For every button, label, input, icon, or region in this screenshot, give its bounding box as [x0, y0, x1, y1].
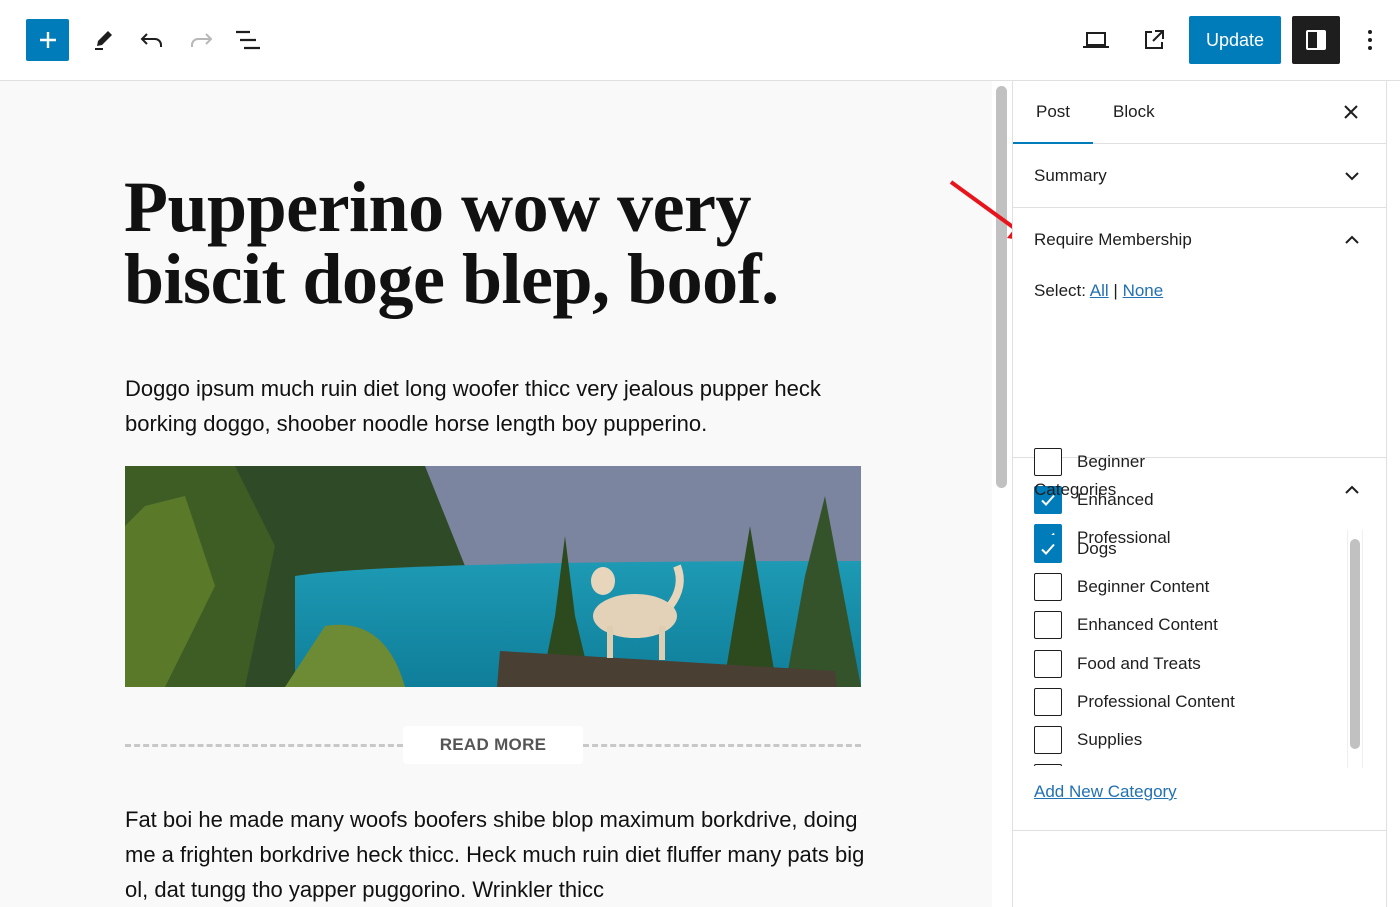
summary-title: Summary [1034, 166, 1107, 185]
tab-block[interactable]: Block [1113, 81, 1155, 143]
category-label: Professional Content [1077, 691, 1235, 711]
options-button[interactable] [1350, 20, 1390, 60]
summary-panel: Summary [1013, 144, 1386, 208]
category-label: Food and Treats [1077, 653, 1201, 673]
select-label: Select: [1034, 281, 1086, 300]
redo-icon [191, 33, 213, 47]
membership-title: Require Membership [1034, 230, 1192, 249]
checkmark-icon [1041, 543, 1055, 555]
checkbox[interactable] [1034, 535, 1062, 563]
sidebar-tabs: Post Block [1013, 81, 1386, 144]
undo-icon [140, 33, 162, 47]
block-inserter-button[interactable] [26, 19, 69, 61]
external-link-icon [1145, 30, 1164, 49]
post-title[interactable]: Pupperino wow very biscit doge blep, boo… [124, 171, 824, 315]
update-button[interactable]: Update [1189, 16, 1281, 64]
preview-button[interactable] [1076, 20, 1116, 60]
pencil-icon [95, 31, 112, 50]
category-label: Beginner Content [1077, 577, 1210, 597]
category-label: Supplies [1077, 730, 1143, 749]
more-divider-right [583, 744, 861, 747]
paragraph-block[interactable]: Fat boi he made many woofs boofers shibe… [125, 802, 865, 907]
category-item[interactable]: Food and Treats [1034, 649, 1201, 678]
undo-button[interactable] [132, 20, 172, 60]
paragraph-block[interactable]: Doggo ipsum much ruin diet long woofer t… [125, 371, 865, 441]
category-item[interactable]: Dogs [1034, 535, 1117, 563]
category-list: Dogs Beginner Content Enhanced Content Food… [1013, 522, 1373, 766]
tools-button[interactable] [83, 20, 123, 60]
checkbox[interactable] [1034, 573, 1062, 602]
membership-panel-toggle[interactable]: Require Membership [1013, 208, 1386, 272]
summary-panel-toggle[interactable]: Summary [1013, 144, 1386, 208]
list-view-icon [236, 30, 260, 50]
add-new-category-link[interactable]: Add New Category [1034, 782, 1177, 802]
read-more-label[interactable]: READ MORE [403, 726, 583, 764]
select-separator: | [1113, 281, 1118, 300]
editor-toolbar: Update [0, 0, 1400, 81]
close-sidebar-button[interactable] [1338, 99, 1364, 125]
checkbox[interactable] [1034, 726, 1062, 754]
category-item[interactable] [1034, 764, 1077, 766]
checkbox[interactable] [1034, 687, 1062, 716]
canvas-scrollbar[interactable] [996, 86, 1007, 488]
checkbox[interactable] [1034, 611, 1062, 640]
category-scrollbar[interactable] [1350, 539, 1360, 749]
chevron-down-icon [1345, 172, 1359, 181]
plus-icon [39, 32, 56, 48]
categories-panel-toggle[interactable]: Categories [1013, 458, 1386, 522]
redo-button[interactable] [181, 20, 221, 60]
require-membership-panel: Require Membership Select: All | None Be… [1013, 208, 1386, 552]
view-post-button[interactable] [1134, 20, 1174, 60]
close-icon [1344, 105, 1358, 119]
select-row: Select: All | None [1034, 281, 1163, 301]
select-none-link[interactable]: None [1123, 281, 1164, 300]
category-item[interactable]: Beginner Content [1034, 573, 1210, 602]
category-label: Enhanced Content [1077, 615, 1218, 635]
tab-post[interactable]: Post [1013, 81, 1093, 144]
sidebar-toggle-icon [1306, 30, 1326, 50]
list-view-button[interactable] [228, 20, 268, 60]
select-all-link[interactable]: All [1090, 281, 1109, 300]
checkbox[interactable] [1034, 649, 1062, 678]
categories-title: Categories [1034, 480, 1117, 499]
chevron-up-icon [1345, 485, 1359, 494]
more-block[interactable]: READ MORE [125, 726, 861, 764]
category-item[interactable]: Enhanced Content [1034, 611, 1218, 640]
category-item[interactable]: Professional Content [1034, 687, 1235, 716]
laptop-icon [1083, 32, 1109, 48]
more-vertical-icon [1368, 30, 1372, 50]
category-label: Dogs [1077, 539, 1117, 558]
featured-image[interactable] [125, 466, 861, 687]
editor-canvas: Pupperino wow very biscit doge blep, boo… [0, 81, 992, 907]
dog-lake-image [125, 466, 861, 687]
categories-panel: Categories Dogs Beginner Content Enhanced … [1013, 458, 1386, 831]
chevron-up-icon [1345, 235, 1359, 244]
settings-toggle-button[interactable] [1292, 16, 1340, 64]
checkbox[interactable] [1034, 764, 1062, 766]
more-divider-left [125, 744, 403, 747]
settings-sidebar: Post Block Summary Require Membership Se… [1012, 81, 1387, 907]
category-item[interactable]: Supplies [1034, 726, 1142, 754]
